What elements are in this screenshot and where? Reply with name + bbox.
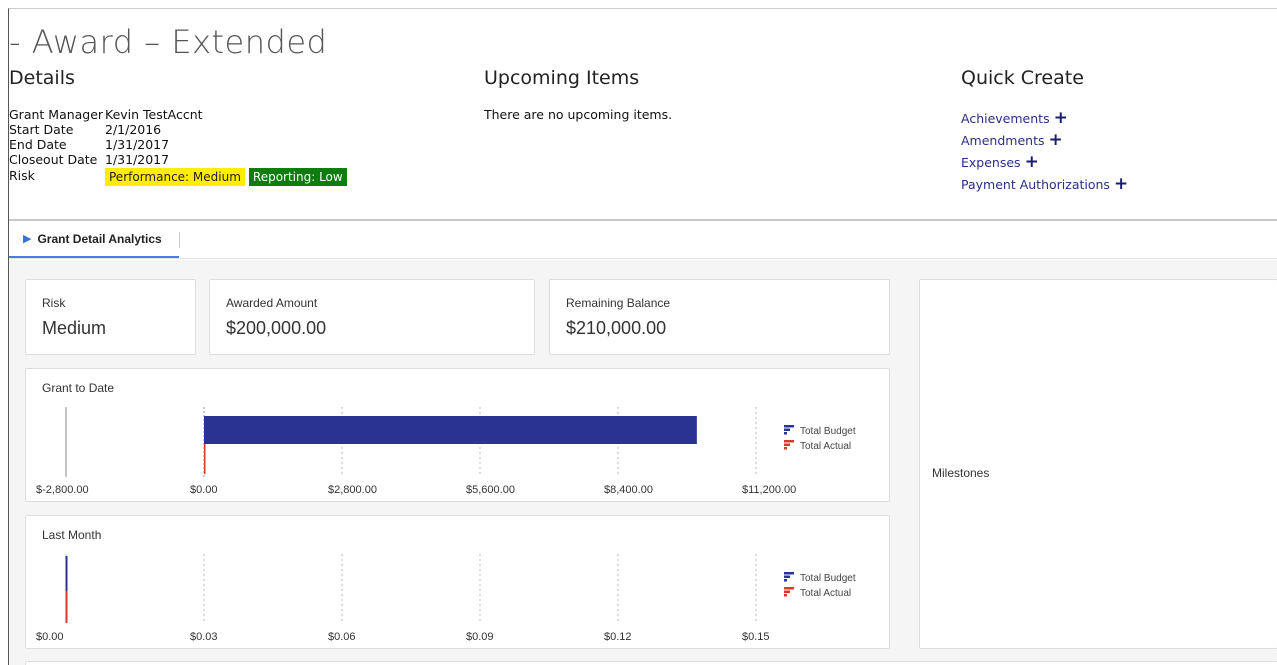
details-key: Closeout Date [9, 152, 98, 167]
awarded-amount-card: Awarded Amount $200,000.00 [209, 279, 535, 355]
plus-icon[interactable]: + [1025, 154, 1039, 171]
page-frame: - Award – Extended Details Grant Manager… [8, 8, 1277, 665]
quick-create-label: Achievements [961, 110, 1050, 126]
legend-swatch [784, 428, 790, 431]
details-value: 2/1/2016 [105, 122, 162, 137]
quick-create-expenses-link[interactable]: Expenses + [961, 151, 1128, 173]
play-arrow-icon: ▶ [23, 233, 32, 245]
details-key: Grant Manager [9, 107, 104, 122]
details-key: Start Date [9, 122, 74, 137]
actual-bar [65, 591, 68, 623]
legend-swatch [784, 425, 794, 428]
plus-icon[interactable]: + [1054, 110, 1068, 127]
x-tick-label: $0.00 [190, 484, 218, 496]
details-value: Kevin TestAccnt [105, 107, 203, 122]
details-table: Grant Manager Kevin TestAccnt Start Date 2/… [9, 107, 351, 186]
details-row: End Date 1/31/2017 [9, 137, 351, 152]
tab-bar: ▶ Grant Detail Analytics [9, 221, 1277, 259]
legend-swatch [784, 587, 794, 590]
x-tick-label: $-2,800.00 [36, 484, 89, 496]
legend-swatch [784, 572, 794, 575]
tab-separator [179, 232, 180, 248]
risk-key: Risk [9, 168, 35, 183]
details-value: 1/31/2017 [105, 137, 170, 152]
risk-card-label: Risk [42, 296, 66, 310]
legend-label: Total Budget [800, 573, 856, 584]
legend-swatch [784, 443, 790, 446]
remaining-balance-value: $210,000.00 [566, 318, 667, 338]
x-tick-label: $0.00 [36, 631, 64, 643]
details-row: Grant Manager Kevin TestAccnt [9, 107, 351, 122]
risk-row: Risk Performance: Medium Reporting: Low [9, 168, 351, 186]
tab-grant-detail-analytics[interactable]: ▶ Grant Detail Analytics [9, 221, 179, 258]
budget-bar [65, 556, 68, 591]
legend-swatch [784, 579, 787, 582]
tab-label: Grant Detail Analytics [37, 231, 162, 246]
details-heading: Details [9, 67, 75, 89]
page-title: - Award – Extended [9, 23, 328, 61]
x-tick-label: $5,600.00 [466, 484, 515, 496]
upcoming-empty-text: There are no upcoming items. [484, 107, 673, 122]
legend-swatch [784, 590, 790, 593]
risk-card: Risk Medium [25, 279, 196, 355]
x-tick-label: $0.09 [466, 631, 494, 643]
x-tick-label: $0.12 [604, 631, 632, 643]
plus-icon[interactable]: + [1048, 132, 1062, 149]
budget-bar [204, 416, 697, 444]
awarded-amount-label: Awarded Amount [226, 296, 318, 310]
reporting-risk-badge: Reporting: Low [248, 168, 347, 186]
x-tick-label: $0.03 [190, 631, 218, 643]
remaining-balance-card: Remaining Balance $210,000.00 [549, 279, 890, 355]
risk-card-value: Medium [42, 318, 107, 338]
details-row: Closeout Date 1/31/2017 [9, 152, 351, 167]
performance-risk-badge: Performance: Medium [105, 168, 245, 186]
last-month-chart-card: Last Month $0.00 $0.03 $0.06 $0.09 $0.12 $0.1… [25, 515, 890, 649]
details-row: Start Date 2/1/2016 [9, 122, 351, 137]
x-tick-label: $0.15 [742, 631, 770, 643]
milestones-card: Milestones [919, 279, 1277, 649]
x-tick-label: $11,200.00 [742, 484, 796, 496]
quick-create-label: Amendments [961, 132, 1045, 148]
x-tick-label: $2,800.00 [328, 484, 377, 496]
x-tick-label: $8,400.00 [604, 484, 653, 496]
quick-create-label: Expenses [961, 154, 1021, 170]
milestones-label: Milestones [932, 466, 990, 480]
legend-label: Total Actual [800, 588, 851, 599]
legend-swatch [784, 575, 790, 578]
legend-label: Total Actual [800, 441, 851, 452]
plus-icon[interactable]: + [1114, 176, 1128, 193]
quick-create-payment-authorizations-link[interactable]: Payment Authorizations + [961, 173, 1128, 195]
quick-create-achievements-link[interactable]: Achievements + [961, 107, 1128, 129]
details-value: 1/31/2017 [105, 152, 170, 167]
quick-create-list: Achievements + Amendments + Expenses + Payment… [961, 107, 1128, 195]
quick-create-heading: Quick Create [961, 67, 1084, 89]
legend-swatch [784, 440, 794, 443]
grant-to-date-chart: $-2,800.00 $0.00 $2,800.00 $5,600.00 $8,400.… [36, 407, 856, 496]
awarded-amount-value: $200,000.00 [226, 318, 327, 338]
remaining-balance-label: Remaining Balance [566, 296, 671, 310]
legend-swatch [784, 432, 787, 435]
quick-create-label: Payment Authorizations [961, 176, 1110, 192]
grant-to-date-chart-card: Grant to Date $-2,800.00 $0.00 $2,800.00 $5… [25, 368, 890, 502]
legend-swatch [784, 594, 787, 597]
legend-label: Total Budget [800, 426, 856, 437]
legend-swatch [784, 447, 787, 450]
analytics-panel: Risk Medium Awarded Amount $200,000.00 R… [9, 260, 1277, 665]
upcoming-heading: Upcoming Items [484, 67, 640, 89]
x-tick-label: $0.06 [328, 631, 356, 643]
last-month-chart: $0.00 $0.03 $0.06 $0.09 $0.12 $0.15 Total Budg… [36, 554, 856, 643]
actual-bar [204, 444, 206, 474]
quick-create-amendments-link[interactable]: Amendments + [961, 129, 1128, 151]
bottom-card [25, 661, 1277, 665]
risk-badges: Performance: Medium Reporting: Low [105, 168, 351, 186]
details-key: End Date [9, 137, 67, 152]
